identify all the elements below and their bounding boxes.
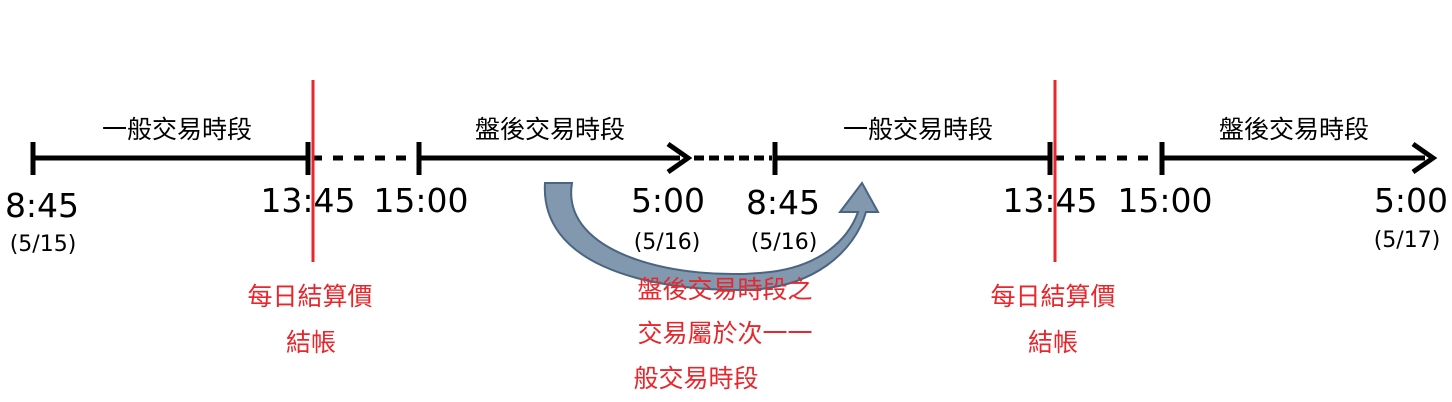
date-label: (5/16) <box>634 230 701 255</box>
session-label-afterhours-2: 盤後交易時段 <box>1219 115 1369 144</box>
time-label: 15:00 <box>1117 181 1212 220</box>
time-label: 13:45 <box>1002 181 1097 220</box>
time-label: 8:45 <box>746 183 820 222</box>
session-label-regular-2: 一般交易時段 <box>843 115 993 144</box>
settlement-note-1-line1: 每日結算價 <box>247 282 372 311</box>
settlement-note-1-line2: 結帳 <box>286 328 336 357</box>
carry-over-arrow <box>543 181 880 292</box>
time-label: 15:00 <box>373 181 468 220</box>
time-label: 5:00 <box>1374 181 1448 220</box>
settlement-note-2-line2: 結帳 <box>1028 328 1078 357</box>
date-label: (5/15) <box>10 232 77 257</box>
date-label: (5/16) <box>751 230 818 255</box>
timeline-svg: 一般交易時段 盤後交易時段 一般交易時段 盤後交易時段 8:45 13:45 1… <box>5 80 1448 393</box>
time-label: 13:45 <box>260 181 355 220</box>
carry-note-line3: 般交易時段 <box>633 364 758 393</box>
session-label-afterhours-1: 盤後交易時段 <box>475 115 625 144</box>
session-label-regular-1: 一般交易時段 <box>102 115 252 144</box>
settlement-note-2-line1: 每日結算價 <box>990 282 1115 311</box>
carry-note-line2: 交易屬於次一一 <box>637 319 812 348</box>
trading-session-diagram: 一般交易時段 盤後交易時段 一般交易時段 盤後交易時段 8:45 13:45 1… <box>0 0 1452 402</box>
date-label: (5/17) <box>1374 228 1441 253</box>
carry-note-line1: 盤後交易時段之 <box>637 275 812 304</box>
time-label: 5:00 <box>631 181 705 220</box>
time-label: 8:45 <box>5 186 79 225</box>
